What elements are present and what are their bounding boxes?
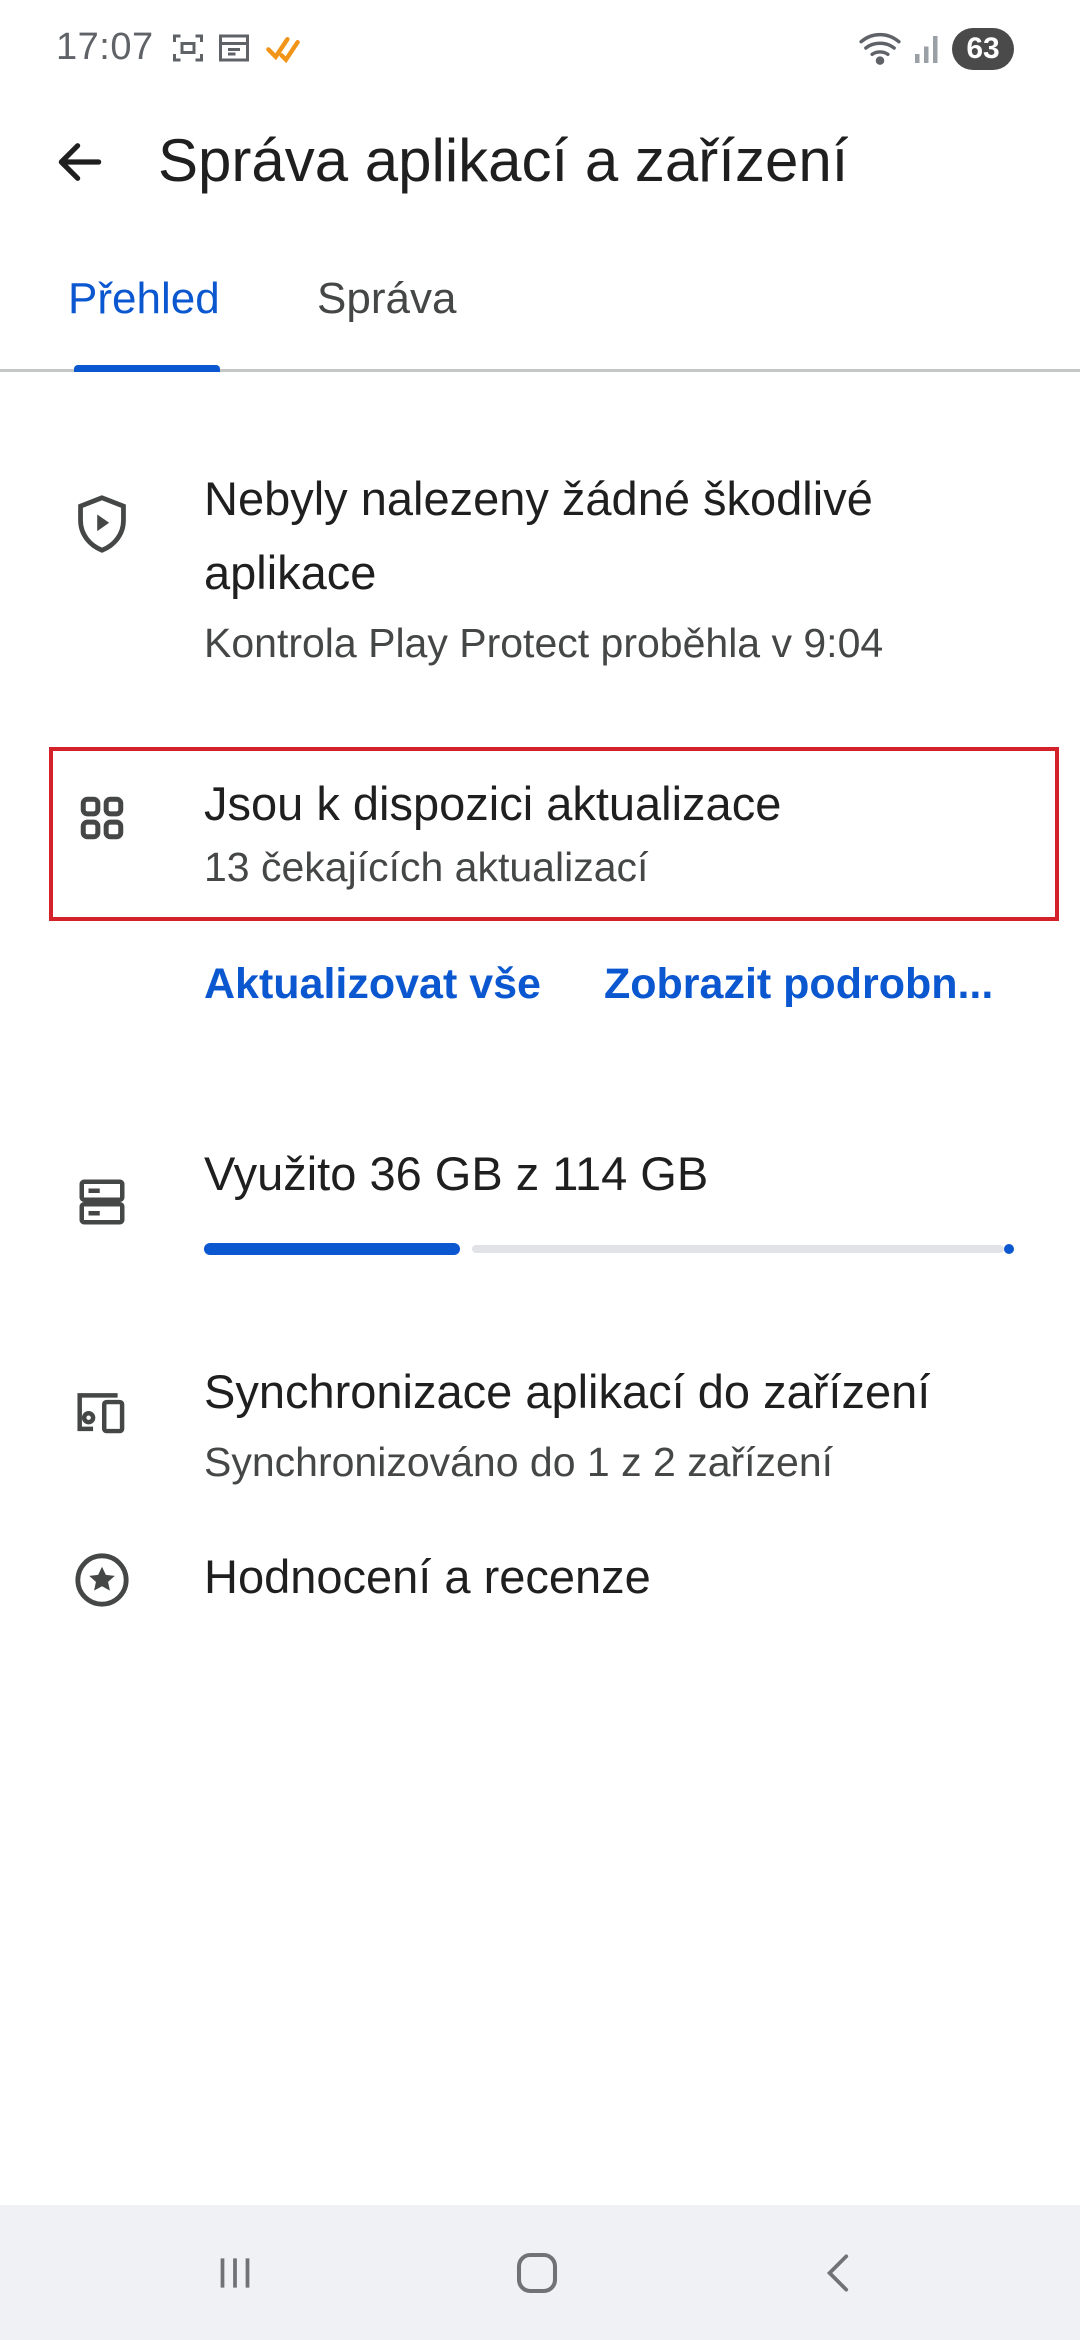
storage-free-bar (472, 1245, 1004, 1253)
storage-row[interactable]: Využito 36 GB z 114 GB (0, 1140, 1080, 1280)
devices-icon (70, 1379, 134, 1443)
apps-grid-icon (70, 786, 134, 850)
screenshot-icon (170, 30, 206, 71)
tab-manage[interactable]: Správa (317, 274, 456, 324)
app-notification-icon (264, 30, 302, 71)
sync-title: Synchronizace aplikací do zařízení (204, 1365, 931, 1418)
update-all-button[interactable]: Aktualizovat vše (204, 960, 541, 1009)
play-protect-subtitle: Kontrola Play Protect proběhla v 9:04 (204, 620, 884, 666)
home-icon (516, 2252, 558, 2294)
sync-subtitle: Synchronizováno do 1 z 2 zařízení (204, 1439, 834, 1485)
star-circle-icon (70, 1548, 134, 1612)
show-details-button[interactable]: Zobrazit podrobn... (604, 960, 993, 1009)
tab-overview[interactable]: Přehled (68, 274, 220, 324)
home-button[interactable] (497, 2241, 577, 2305)
nav-back-icon (826, 2254, 849, 2292)
status-bar: 17:07 63 (0, 0, 1080, 100)
storage-used-bar (204, 1243, 460, 1255)
recent-apps-button[interactable] (195, 2241, 275, 2305)
system-back-button[interactable] (800, 2241, 880, 2305)
play-protect-title: Nebyly nalezeny žádné škodlivé aplikace (204, 472, 873, 599)
recent-apps-icon (220, 2258, 250, 2288)
system-nav-bar (0, 2205, 1080, 2340)
storage-progress-bar (204, 1243, 1014, 1255)
storage-end-dot (1004, 1244, 1014, 1254)
tab-bar: Přehled Správa (0, 250, 1080, 372)
updates-subtitle: 13 čekajících aktualizací (204, 844, 649, 890)
storage-icon (70, 1170, 134, 1234)
page-title: Správa aplikací a zařízení (158, 127, 849, 194)
shield-play-icon (70, 492, 134, 556)
arrow-back-icon (58, 143, 102, 181)
wifi-icon (858, 30, 902, 71)
battery-indicator: 63 (952, 28, 1014, 70)
sync-row[interactable]: Synchronizace aplikací do zařízení Synch… (0, 1355, 1080, 1505)
app-bar: Správa aplikací a zařízení (0, 100, 1080, 220)
play-protect-row[interactable]: Nebyly nalezeny žádné škodlivé aplikace … (0, 462, 1080, 682)
status-time: 17:07 (56, 26, 154, 68)
ratings-title: Hodnocení a recenze (204, 1550, 651, 1603)
storage-title: Využito 36 GB z 114 GB (204, 1147, 709, 1200)
updates-row[interactable]: Jsou k dispozici aktualizace 13 čekající… (0, 760, 1080, 910)
ratings-row[interactable]: Hodnocení a recenze (0, 1540, 1080, 1620)
updates-title: Jsou k dispozici aktualizace (204, 777, 782, 830)
calendar-icon (216, 30, 252, 71)
tab-indicator (74, 365, 220, 372)
signal-icon (912, 30, 942, 71)
back-button[interactable] (44, 126, 116, 198)
